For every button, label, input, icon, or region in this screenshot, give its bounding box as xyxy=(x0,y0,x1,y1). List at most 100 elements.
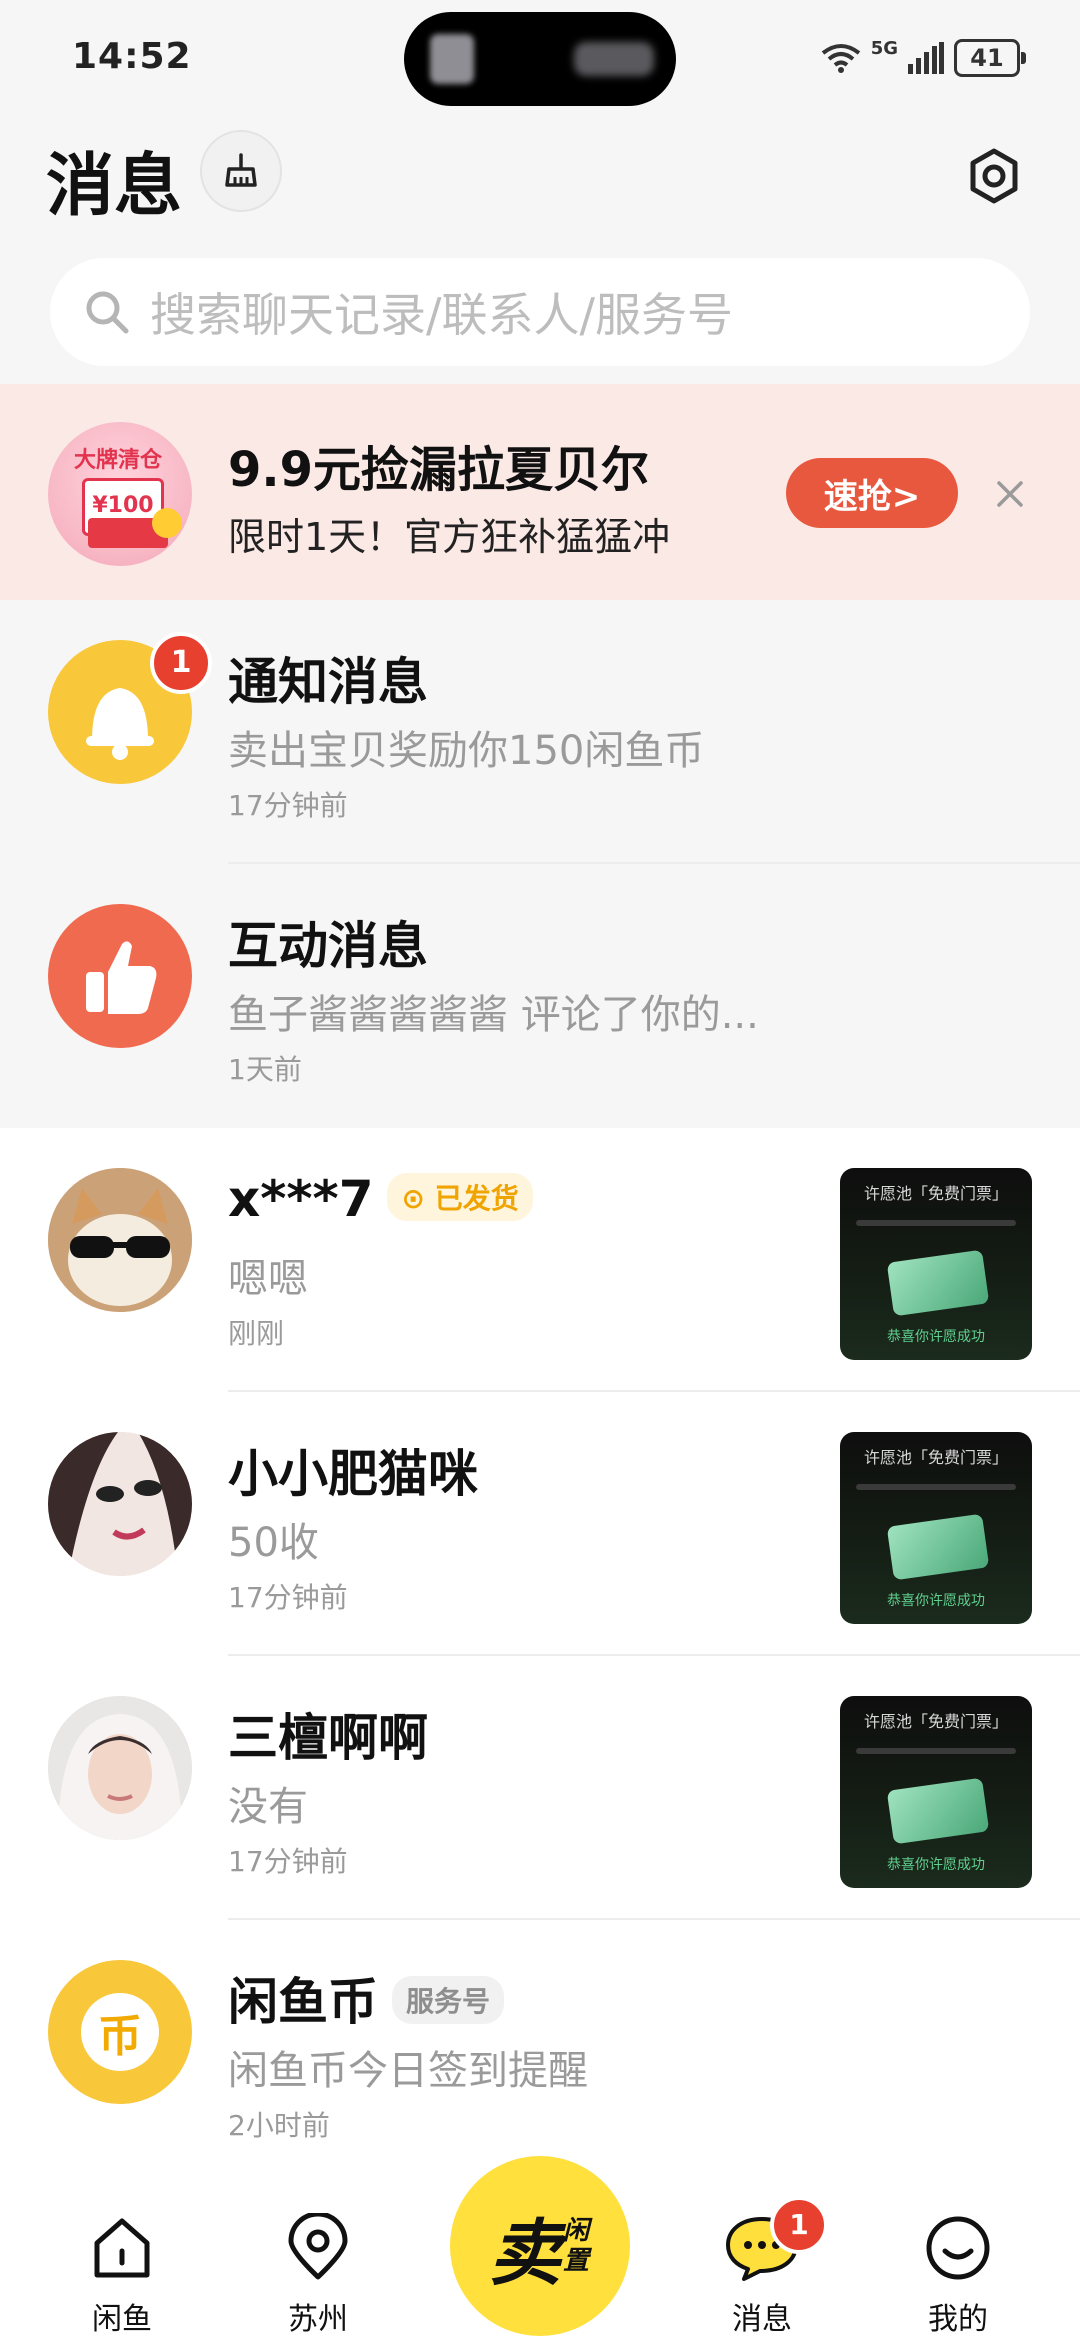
promo-image: 大牌清仓 ¥100 xyxy=(48,422,192,566)
island-blurred-icon xyxy=(430,34,474,84)
close-icon xyxy=(997,481,1023,507)
notification-time: 17分钟前 xyxy=(228,789,348,822)
thumbnail-footer: 恭喜你许愿成功 xyxy=(887,1593,985,1609)
promo-coin xyxy=(152,508,182,538)
close-banner-button[interactable] xyxy=(990,474,1030,514)
chat-preview: 50收 xyxy=(228,1520,319,1566)
item-thumbnail[interactable]: 许愿池「免费门票」 恭喜你许愿成功 xyxy=(840,1168,1032,1360)
tab-home-label: 闲鱼 xyxy=(92,2302,152,2337)
chat-row[interactable]: 三檀啊啊 没有 17分钟前 许愿池「免费门票」 恭喜你许愿成功 xyxy=(0,1656,1080,1920)
xianyu-coin-avatar: 币 xyxy=(48,1960,192,2104)
tab-city[interactable]: 苏州 xyxy=(238,2186,398,2340)
signal-icon xyxy=(908,42,944,74)
status-bar: 14:52 5G 41 xyxy=(0,0,1080,120)
chat-time: 17分钟前 xyxy=(228,1581,348,1614)
sell-button[interactable]: 卖 闲置 xyxy=(450,2156,630,2336)
avatar xyxy=(48,1432,192,1576)
page-title: 消息 xyxy=(46,147,183,226)
promo-subtitle: 限时1天！官方狂补猛猛冲 xyxy=(228,515,671,559)
system-messages: 1 通知消息 卖出宝贝奖励你150闲鱼币 17分钟前 互动消息 鱼子酱酱酱酱酱 … xyxy=(0,600,1080,1128)
interaction-time: 1天前 xyxy=(228,1053,302,1086)
thumbnail-ticket xyxy=(886,1249,990,1317)
chat-time: 2小时前 xyxy=(228,2109,330,2142)
person-hood-avatar-icon xyxy=(48,1696,192,1840)
coin-icon: 币 xyxy=(81,1993,159,2071)
chat-row[interactable]: x***7 ⊙ 已发货 嗯嗯 刚刚 许愿池「免费门票」 恭喜你许愿成功 xyxy=(0,1128,1080,1392)
chat-preview: 嗯嗯 xyxy=(228,1256,308,1302)
interaction-row[interactable]: 互动消息 鱼子酱酱酱酱酱 评论了你的... 1天前 xyxy=(0,864,1080,1128)
profile-smile-icon xyxy=(918,2208,998,2288)
notification-row[interactable]: 1 通知消息 卖出宝贝奖励你150闲鱼币 17分钟前 xyxy=(0,600,1080,864)
chat-name: 三檀啊啊 xyxy=(228,1709,428,1767)
chat-name-text: x***7 xyxy=(228,1170,374,1228)
coin-glyph: 币 xyxy=(98,2011,142,2062)
sell-sub-label: 闲置 xyxy=(563,2216,590,2276)
interaction-avatar xyxy=(48,904,192,1048)
tab-messages-label: 消息 xyxy=(732,2302,792,2337)
messages-tab-badge: 1 xyxy=(770,2196,828,2254)
chat-time: 17分钟前 xyxy=(228,1845,348,1878)
search-placeholder: 搜索聊天记录/联系人/服务号 xyxy=(150,288,733,342)
chat-preview: 闲鱼币今日签到提醒 xyxy=(228,2048,588,2094)
chat-row[interactable]: 小小肥猫咪 50收 17分钟前 许愿池「免费门票」 恭喜你许愿成功 xyxy=(0,1392,1080,1656)
tab-home[interactable]: 闲鱼 xyxy=(42,2186,202,2340)
thumbnail-footer: 恭喜你许愿成功 xyxy=(887,1857,985,1873)
status-time: 14:52 xyxy=(72,36,192,77)
thumbnail-bar xyxy=(856,1748,1016,1754)
tab-mine-label: 我的 xyxy=(928,2302,988,2337)
location-pin-icon xyxy=(278,2208,358,2288)
chat-name: 闲鱼币 服务号 xyxy=(228,1962,505,2034)
chat-time: 刚刚 xyxy=(228,1317,285,1350)
thumbnail-footer: 恭喜你许愿成功 xyxy=(887,1329,985,1345)
wifi-icon xyxy=(821,44,860,73)
network-type: 5G xyxy=(870,37,898,59)
chat-name: x***7 ⊙ 已发货 xyxy=(228,1170,533,1228)
search-icon xyxy=(82,287,132,337)
sell-label: 卖 xyxy=(488,2210,561,2295)
item-thumbnail[interactable]: 许愿池「免费门票」 恭喜你许愿成功 xyxy=(840,1696,1032,1888)
thumbnail-ticket xyxy=(886,1513,990,1581)
chat-preview: 没有 xyxy=(228,1784,308,1830)
interaction-preview: 鱼子酱酱酱酱酱 评论了你的... xyxy=(228,992,759,1038)
search-input[interactable]: 搜索聊天记录/联系人/服务号 xyxy=(50,258,1030,366)
home-icon xyxy=(82,2208,162,2288)
battery-icon: 41 xyxy=(954,39,1026,77)
anime-girl-avatar-icon xyxy=(48,1432,192,1576)
shipped-icon: ⊙ xyxy=(401,1181,425,1215)
notification-title: 通知消息 xyxy=(228,653,428,711)
thumbs-up-icon xyxy=(86,941,157,1014)
avatar xyxy=(48,1168,192,1312)
promo-image-label: 大牌清仓 xyxy=(74,448,163,473)
gear-icon xyxy=(970,148,1018,204)
cat-sunglasses-avatar-icon xyxy=(48,1168,192,1312)
thumbnail-ticket xyxy=(886,1777,990,1845)
avatar xyxy=(48,1696,192,1840)
dynamic-island xyxy=(404,12,676,106)
thumbnail-title: 许愿池「免费门票」 xyxy=(863,1448,1008,1467)
item-thumbnail[interactable]: 许愿池「免费门票」 恭喜你许愿成功 xyxy=(840,1432,1032,1624)
shipped-tag-text: 已发货 xyxy=(434,1181,519,1215)
chat-list: x***7 ⊙ 已发货 嗯嗯 刚刚 许愿池「免费门票」 恭喜你许愿成功 小小肥猫咪… xyxy=(0,1128,1080,2186)
broom-icon xyxy=(225,153,257,187)
service-tag: 服务号 xyxy=(392,1975,505,2024)
tab-mine[interactable]: 我的 xyxy=(878,2186,1038,2340)
chat-name-text: 闲鱼币 xyxy=(228,1973,378,2031)
shipped-tag: ⊙ 已发货 xyxy=(387,1172,533,1221)
interaction-title: 互动消息 xyxy=(228,917,428,975)
thumbnail-bar xyxy=(856,1484,1016,1490)
grab-now-button[interactable]: 速抢> xyxy=(786,458,958,528)
tab-city-label: 苏州 xyxy=(288,2302,348,2337)
notification-preview: 卖出宝贝奖励你150闲鱼币 xyxy=(228,728,705,774)
promo-banner[interactable]: 大牌清仓 ¥100 9.9元捡漏拉夏贝尔 限时1天！官方狂补猛猛冲 速抢> xyxy=(0,384,1080,600)
notification-badge: 1 xyxy=(150,632,212,694)
island-blurred-activity xyxy=(574,42,654,76)
thumbnail-title: 许愿池「免费门票」 xyxy=(863,1184,1008,1203)
clear-unread-button[interactable] xyxy=(200,130,282,212)
chat-row-service[interactable]: 币 闲鱼币 服务号 闲鱼币今日签到提醒 2小时前 xyxy=(0,1920,1080,2184)
settings-button[interactable] xyxy=(958,140,1030,212)
promo-title: 9.9元捡漏拉夏贝尔 xyxy=(228,442,650,498)
thumbnail-title: 许愿池「免费门票」 xyxy=(863,1712,1008,1731)
thumbnail-bar xyxy=(856,1220,1016,1226)
chat-name: 小小肥猫咪 xyxy=(228,1445,478,1503)
status-icons: 5G 41 xyxy=(821,36,1026,80)
